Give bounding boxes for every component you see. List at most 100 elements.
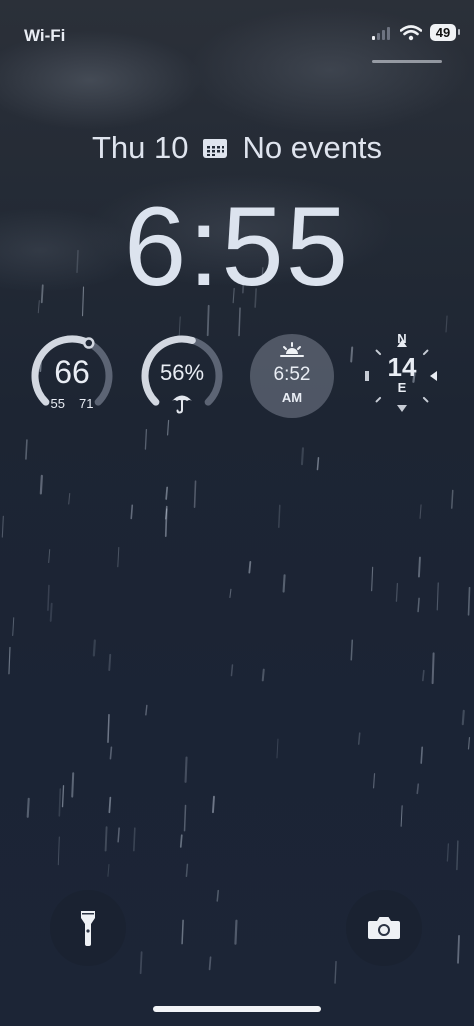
- rain-streak: [48, 549, 51, 564]
- rain-streak: [12, 617, 15, 636]
- rain-streak: [436, 582, 439, 611]
- rain-streak: [108, 653, 112, 672]
- rain-streak: [165, 486, 169, 500]
- rain-streak: [278, 504, 281, 528]
- events-label: No events: [242, 130, 383, 165]
- rain-streak: [234, 919, 238, 945]
- time-label: 6:55: [124, 184, 350, 309]
- rain-streak: [372, 773, 376, 789]
- status-icons: 49: [372, 24, 460, 41]
- rain-streak: [420, 746, 423, 764]
- rain-streak: [58, 788, 62, 817]
- rain-streak: [130, 504, 134, 520]
- rain-chance-value: 56%: [159, 360, 205, 385]
- rain-streak: [276, 738, 279, 759]
- rain-streak: [419, 504, 422, 519]
- rain-streak: [238, 307, 241, 337]
- rain-streak: [185, 863, 189, 878]
- rain-streak: [107, 864, 110, 877]
- rain-streak: [467, 586, 471, 616]
- rain-streak: [451, 489, 454, 509]
- rain-streak: [193, 480, 197, 508]
- rain-streak: [117, 547, 120, 568]
- rain-streak: [334, 960, 337, 984]
- rain-streak: [229, 588, 232, 598]
- wind-direction-label: E: [397, 380, 407, 395]
- rain-streak: [445, 315, 448, 333]
- flashlight-icon: [81, 911, 95, 946]
- sunrise-period: AM: [281, 390, 303, 405]
- battery-icon: 49: [430, 24, 460, 41]
- rain-streak: [282, 574, 286, 593]
- rain-streak: [61, 785, 65, 808]
- rain-streak: [457, 934, 460, 964]
- flashlight-button[interactable]: [50, 890, 126, 966]
- rain-streak: [208, 956, 212, 971]
- rain-streak: [216, 889, 220, 902]
- camera-icon: [368, 917, 400, 939]
- wind-widget[interactable]: N 14 E: [360, 331, 444, 418]
- rain-streak: [57, 836, 60, 866]
- rain-streak: [107, 713, 110, 743]
- umbrella-icon: [172, 395, 192, 414]
- control-center-indicator[interactable]: [372, 60, 442, 63]
- calendar-icon: [203, 139, 228, 158]
- rain-streak: [183, 804, 187, 832]
- rain-streak: [117, 827, 120, 843]
- date-row[interactable]: Thu 10 No events: [0, 130, 474, 166]
- rain-streak: [461, 709, 465, 726]
- rain-streak: [316, 457, 320, 471]
- rain-streak: [467, 736, 471, 750]
- rain-streak: [179, 834, 183, 848]
- rain-streak: [139, 951, 143, 975]
- rain-streak: [68, 492, 71, 505]
- rain-streak: [8, 646, 11, 675]
- status-carrier: Wi-Fi: [24, 26, 66, 45]
- compass-north-label: N: [397, 331, 407, 346]
- rain-streak: [357, 732, 361, 745]
- rain-streak: [47, 584, 50, 611]
- rain-streak: [1, 515, 4, 538]
- rain-streak: [446, 843, 450, 862]
- rain-streak: [71, 772, 75, 798]
- temperature-current: 66: [54, 354, 90, 390]
- rain-streak: [166, 419, 170, 436]
- home-indicator[interactable]: [153, 1006, 321, 1012]
- rain-streak: [104, 826, 108, 852]
- temperature-low: 55: [50, 396, 65, 411]
- rain-streak: [109, 746, 113, 760]
- temperature-widget[interactable]: 66 55 71: [30, 334, 114, 418]
- sunrise-widget[interactable]: 6:52 AM: [250, 334, 334, 418]
- rain-streak: [108, 796, 112, 814]
- lock-time: 6:55: [0, 182, 474, 312]
- rain-streak: [371, 566, 374, 592]
- rain-streak: [25, 439, 28, 460]
- rain-streak: [416, 783, 420, 795]
- rain-streak: [417, 556, 421, 578]
- rain-streak: [248, 561, 252, 574]
- temperature-range: 55 71: [30, 396, 114, 411]
- rain-streak: [164, 505, 168, 537]
- sunrise-icon: [280, 342, 304, 357]
- rain-streak: [422, 669, 425, 682]
- rain-streak: [230, 664, 234, 677]
- wind-speed: 14: [387, 352, 417, 382]
- rain-streak: [212, 795, 215, 814]
- rain-streak: [417, 597, 420, 613]
- camera-button[interactable]: [346, 890, 422, 966]
- rain-streak: [39, 474, 43, 495]
- rain-chance-widget[interactable]: 56%: [140, 334, 224, 418]
- rain-streak: [350, 639, 354, 661]
- rain-streak: [133, 827, 136, 852]
- rain-streak: [145, 704, 148, 716]
- temperature-high: 71: [79, 396, 94, 411]
- wifi-icon: [400, 24, 422, 40]
- rain-streak: [184, 756, 188, 783]
- rain-streak: [431, 652, 435, 685]
- rain-streak: [181, 919, 184, 945]
- sunrise-time: 6:52: [273, 364, 311, 385]
- cellular-signal-icon: [372, 26, 390, 40]
- rain-streak: [400, 805, 403, 827]
- rain-streak: [300, 447, 305, 466]
- rain-streak: [49, 602, 53, 622]
